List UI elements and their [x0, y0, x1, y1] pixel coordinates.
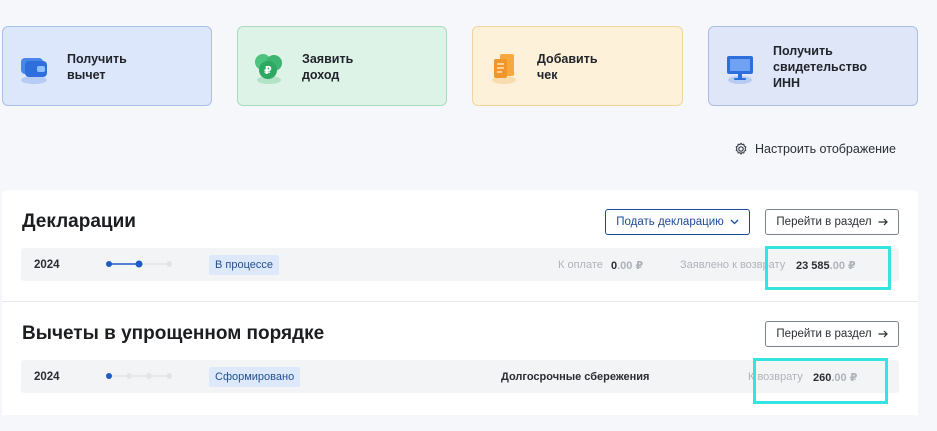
progress-step-4	[166, 373, 172, 379]
add-receipt-card[interactable]: Добавить чек	[472, 26, 683, 106]
wallet-icon	[21, 58, 47, 84]
to-pay-value: 0.00 ₽	[611, 259, 643, 272]
simplified-year: 2024	[34, 371, 60, 383]
declare-income-label: Заявить доход	[302, 52, 354, 82]
get-inn-label: Получить свидетельство ИНН	[773, 44, 867, 90]
declaration-status-badge: В процессе	[209, 255, 279, 275]
declaration-year: 2024	[34, 259, 60, 271]
to-pay-label: К оплате	[558, 259, 603, 271]
add-receipt-label: Добавить чек	[537, 52, 598, 82]
refund-label: К возврату	[748, 371, 803, 383]
progress-step-2	[135, 260, 143, 268]
declare-income-card[interactable]: ₽ Заявить доход	[237, 26, 447, 106]
arrow-right-icon	[878, 218, 888, 226]
receipt-icon	[492, 54, 516, 84]
refund-value: 260.00 ₽	[813, 371, 857, 384]
submit-declaration-button[interactable]: Подать декларацию	[605, 209, 750, 235]
chevron-down-icon	[730, 219, 739, 225]
declared-refund-integer: 23 585	[796, 260, 830, 272]
simplified-goto-button[interactable]: Перейти в раздел	[765, 321, 899, 347]
simplified-title: Вычеты в упрощенном порядке	[22, 323, 325, 344]
refund-integer: 260	[813, 372, 832, 384]
gear-icon	[735, 142, 747, 155]
display-settings-link[interactable]: Настроить отображение	[734, 140, 896, 158]
get-inn-card[interactable]: Получить свидетельство ИНН	[708, 26, 918, 106]
simplified-progress	[106, 373, 172, 379]
svg-text:₽: ₽	[264, 64, 272, 77]
declared-refund-value: 23 585.00 ₽	[796, 259, 856, 272]
declared-refund-decimal: .00 ₽	[829, 260, 856, 272]
declarations-section: Декларации Подать декларацию Перейти в р…	[2, 190, 918, 301]
arrow-right-icon	[878, 330, 888, 338]
progress-step-1	[106, 373, 112, 379]
progress-step-3	[166, 261, 172, 267]
deduction-category: Долгосрочные сбережения	[501, 371, 650, 383]
refund-decimal: .00 ₽	[831, 372, 858, 384]
simplified-status-badge: Сформировано	[209, 367, 301, 387]
get-deduction-label: Получить вычет	[67, 52, 127, 82]
progress-step-3	[146, 373, 152, 379]
declared-refund-label: Заявлено к возврату	[680, 259, 786, 271]
page: Получить вычет ₽ Заявить доход Добавить …	[0, 0, 937, 431]
simplified-goto-label: Перейти в раздел	[776, 328, 872, 340]
simplified-row-2024[interactable]: 2024 Сформировано Долгосрочные сбережени…	[21, 360, 899, 393]
ruble-coin-icon: ₽	[255, 54, 282, 84]
simplified-deductions-section: Вычеты в упрощенном порядке Перейти в ра…	[2, 302, 918, 415]
submit-declaration-label: Подать декларацию	[616, 216, 724, 228]
display-settings-label: Настроить отображение	[755, 142, 896, 156]
declaration-row-2024[interactable]: 2024 В процессе К оплате 0.00 ₽ Заявлено…	[21, 248, 899, 281]
declarations-goto-label: Перейти в раздел	[776, 216, 872, 228]
monitor-icon	[727, 56, 753, 84]
to-pay-decimal: .00 ₽	[617, 260, 644, 272]
declarations-goto-button[interactable]: Перейти в раздел	[765, 209, 899, 235]
get-deduction-card[interactable]: Получить вычет	[2, 26, 212, 106]
declaration-progress	[106, 260, 172, 268]
progress-step-2	[126, 373, 132, 379]
progress-step-1	[106, 261, 112, 267]
declarations-title: Декларации	[22, 211, 136, 232]
